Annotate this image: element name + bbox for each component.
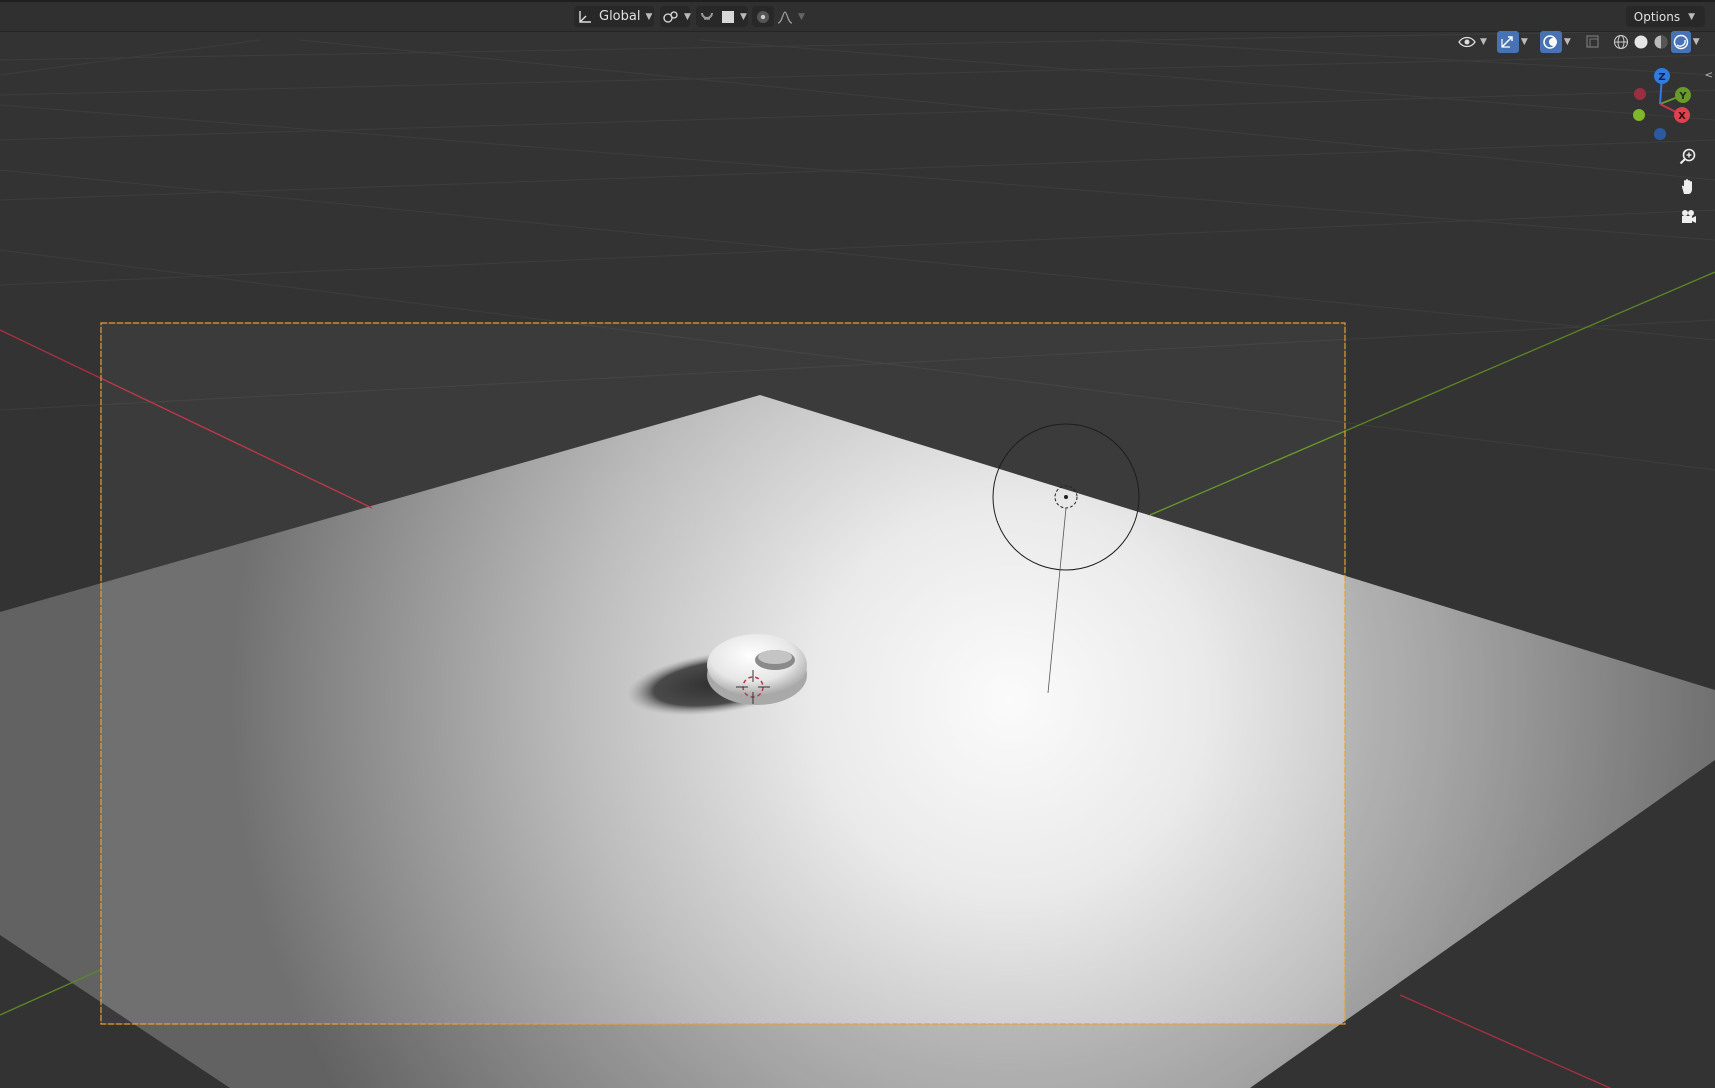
z-axis-label: Z bbox=[1658, 72, 1665, 83]
pivot-point-dropdown[interactable]: ▼ bbox=[660, 6, 691, 27]
options-label: Options bbox=[1633, 9, 1681, 24]
chevron-down-icon: ▼ bbox=[645, 11, 653, 22]
chevron-down-icon[interactable]: ▼ bbox=[1691, 37, 1702, 47]
chevron-down-icon[interactable]: ▼ bbox=[1562, 37, 1573, 47]
overlays-icon[interactable] bbox=[1539, 31, 1562, 53]
camera-view-icon bbox=[1679, 208, 1697, 230]
viewport-header: Global ▼ ▼ ▼ ▼ Options ▼ bbox=[0, 0, 1715, 32]
torus-object bbox=[707, 634, 807, 705]
chevron-down-icon: ▼ bbox=[684, 11, 691, 22]
transform-orientation-icon bbox=[574, 6, 596, 27]
solid-shading-icon[interactable] bbox=[1631, 31, 1651, 53]
pan-hand-icon bbox=[1679, 178, 1697, 200]
viewport-scene bbox=[0, 0, 1715, 1088]
material-preview-icon[interactable] bbox=[1651, 31, 1671, 53]
falloff-curve-icon[interactable] bbox=[774, 6, 796, 27]
neg-z-axis-handle bbox=[1654, 128, 1666, 140]
header-top-strip bbox=[0, 0, 1715, 2]
snapping-group: ▼ bbox=[696, 6, 748, 27]
rendered-shading-icon[interactable] bbox=[1670, 31, 1691, 53]
proportional-editing-group: ▼ bbox=[752, 6, 805, 27]
object-visibility-icon[interactable] bbox=[1456, 31, 1478, 53]
wireframe-shading-icon[interactable] bbox=[1611, 31, 1631, 53]
chevron-down-icon[interactable]: ▼ bbox=[1478, 37, 1489, 47]
zoom-icon bbox=[1679, 148, 1697, 170]
gizmo-toggle-icon[interactable] bbox=[1496, 31, 1519, 53]
proportional-edit-icon[interactable] bbox=[752, 6, 774, 27]
3d-viewport[interactable]: Global ▼ ▼ ▼ ▼ Options ▼ ▼ ▼ ▼ ▼ < Z Y X bbox=[0, 0, 1715, 1088]
viewport-display-controls: ▼ ▼ ▼ ▼ bbox=[1456, 31, 1702, 53]
snap-magnet-icon[interactable] bbox=[696, 6, 718, 27]
chevron-left-icon[interactable]: < bbox=[1705, 70, 1713, 81]
y-axis-label: Y bbox=[1678, 91, 1687, 102]
chevron-down-icon[interactable]: ▼ bbox=[1519, 37, 1530, 47]
transform-orientation-label: Global bbox=[599, 9, 641, 24]
snap-target-icon[interactable] bbox=[718, 6, 738, 27]
zoom-button[interactable] bbox=[1674, 145, 1702, 173]
neg-y-axis-handle bbox=[1633, 109, 1645, 121]
navigation-gizmo[interactable]: Z Y X bbox=[1620, 62, 1700, 142]
pan-button[interactable] bbox=[1674, 175, 1702, 203]
x-axis-label: X bbox=[1678, 111, 1686, 122]
options-dropdown[interactable]: Options ▼ bbox=[1625, 6, 1705, 27]
transform-orientation-dropdown[interactable]: Global ▼ bbox=[574, 6, 654, 27]
chevron-down-icon: ▼ bbox=[1688, 11, 1695, 22]
pivot-point-icon bbox=[660, 6, 682, 27]
chevron-down-icon[interactable]: ▼ bbox=[796, 12, 807, 22]
xray-icon[interactable] bbox=[1583, 31, 1603, 53]
neg-x-axis-handle bbox=[1634, 88, 1646, 100]
camera-view-button[interactable] bbox=[1674, 205, 1702, 233]
chevron-down-icon[interactable]: ▼ bbox=[738, 12, 749, 22]
